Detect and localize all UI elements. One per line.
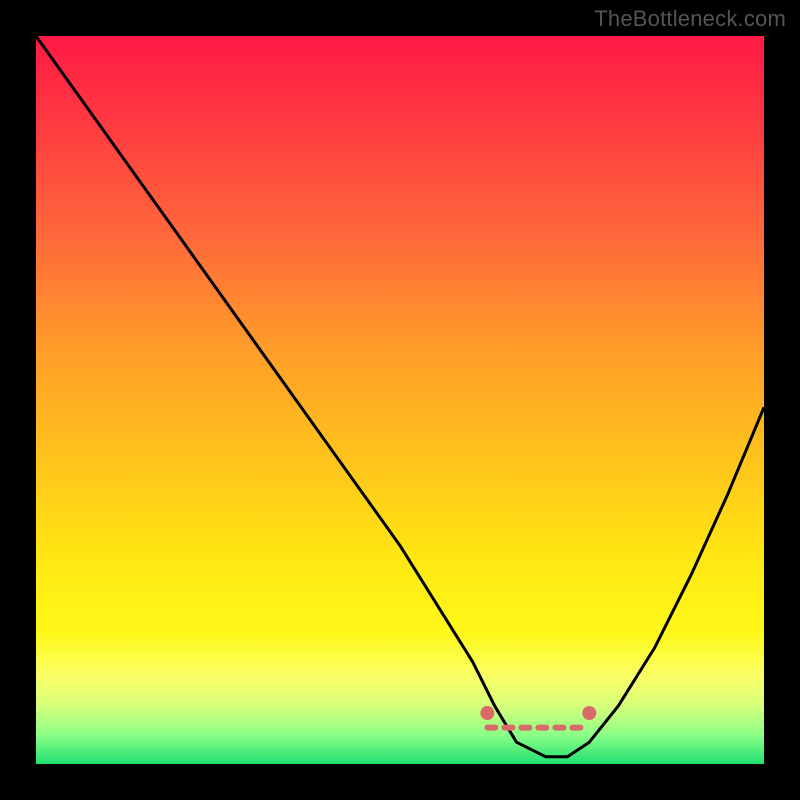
plot-area — [36, 36, 764, 764]
bottleneck-curve — [36, 36, 764, 757]
watermark-text: TheBottleneck.com — [594, 6, 786, 32]
chart-frame: TheBottleneck.com — [0, 0, 800, 800]
valley-dot-0 — [480, 706, 494, 720]
valley-dot-1 — [582, 706, 596, 720]
curve-svg — [36, 36, 764, 764]
